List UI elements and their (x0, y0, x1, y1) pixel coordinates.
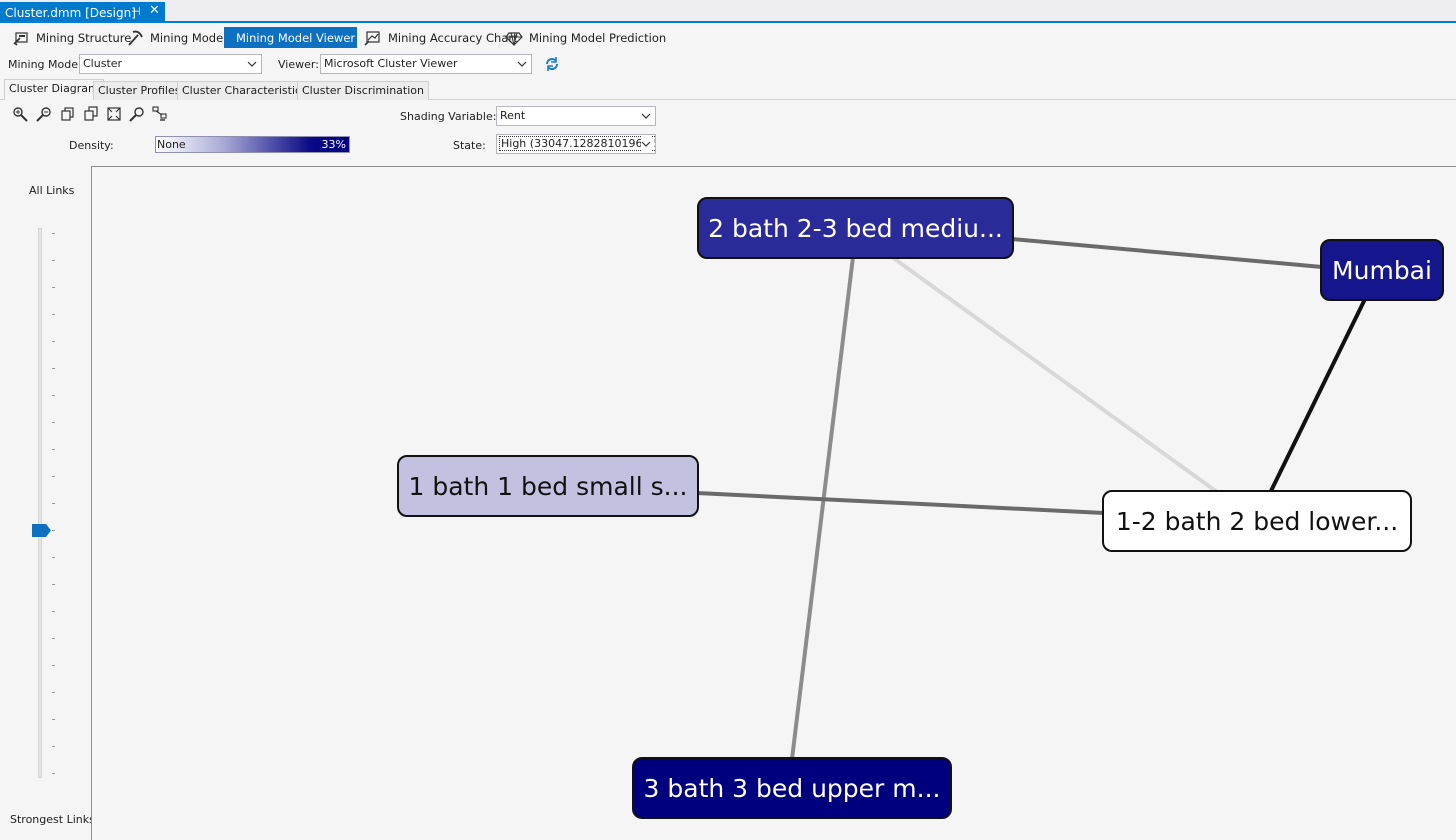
pin-icon[interactable]: ⊣ (131, 5, 141, 18)
tab-cluster-diagram-label: Cluster Diagram (9, 82, 99, 95)
viewer-label: Viewer: (278, 58, 319, 71)
cluster-link-c1-c2 (1011, 237, 1323, 269)
slider-tick (52, 719, 55, 720)
shading-variable-dropdown[interactable]: Rent (496, 106, 656, 126)
viewer-value: Microsoft Cluster Viewer (324, 57, 458, 70)
mining-model-value: Cluster (83, 57, 123, 70)
tab-mining-model-prediction-label: Mining Model Prediction (529, 30, 667, 45)
mining-model-dropdown[interactable]: Cluster (79, 54, 262, 74)
state-label: State: (453, 139, 486, 152)
slider-tick (52, 233, 55, 234)
slider-tick (52, 530, 55, 531)
density-max-label: 33% (321, 138, 346, 151)
strongest-links-label: Strongest Links (10, 813, 95, 826)
zoom-in-icon[interactable] (12, 106, 30, 122)
links-slider-thumb[interactable] (32, 524, 51, 537)
fit-icon[interactable] (105, 106, 123, 122)
slider-tick (52, 557, 55, 558)
density-min-label: None (157, 138, 186, 151)
cluster-diagram-canvas[interactable]: 2 bath 2-3 bed mediu... Mumbai 1 bath 1 … (91, 166, 1456, 840)
slider-tick (52, 260, 55, 261)
cluster-node[interactable]: 1-2 bath 2 bed lower... (1102, 490, 1412, 552)
cluster-node-label: 1-2 bath 2 bed lower... (1115, 506, 1399, 536)
tab-cluster-discrimination[interactable]: Cluster Discrimination (297, 81, 429, 100)
document-tab-title: Cluster.dmm [Design] (5, 5, 136, 20)
document-tab[interactable]: Cluster.dmm [Design] ⊣ ✕ (0, 2, 165, 23)
cluster-link-c1-c5 (790, 256, 855, 760)
cluster-node[interactable]: Mumbai (1320, 239, 1444, 301)
tab-cluster-diagram[interactable]: Cluster Diagram (4, 79, 104, 100)
mining-model-label: Mining Model: (8, 58, 85, 71)
slider-tick (52, 449, 55, 450)
slider-tick (52, 503, 55, 504)
chevron-down-icon (247, 61, 257, 67)
tab-mining-models-label: Mining Models (150, 30, 233, 45)
copy-icon[interactable] (59, 106, 77, 122)
shading-variable-label: Shading Variable: (400, 110, 497, 123)
close-icon[interactable]: ✕ (149, 3, 160, 18)
state-dropdown[interactable]: High (33047.1282810196 - 5 (496, 134, 656, 154)
cluster-link-c3-c4 (696, 491, 1105, 515)
tab-mining-structure-label: Mining Structure (36, 30, 132, 45)
slider-tick (52, 665, 55, 666)
designer-tabs: Mining Structure Mining Models Mining Mo… (0, 25, 1456, 49)
cluster-node-label: 1 bath 1 bed small s... (408, 471, 688, 501)
chevron-down-icon (641, 113, 651, 119)
tab-cluster-profiles[interactable]: Cluster Profiles (93, 81, 186, 100)
cluster-node-label: 3 bath 3 bed upper m... (643, 773, 941, 803)
viewer-dropdown[interactable]: Microsoft Cluster Viewer (320, 54, 532, 74)
tab-cluster-characteristics-label: Cluster Characteristics (182, 84, 307, 97)
state-value: High (33047.1282810196 - 5 (499, 136, 655, 151)
slider-tick (52, 692, 55, 693)
slider-tick (52, 584, 55, 585)
layout-icon[interactable] (151, 106, 169, 122)
slider-tick (52, 611, 55, 612)
cluster-node-label: 2 bath 2-3 bed mediu... (708, 213, 1003, 243)
tab-cluster-characteristics[interactable]: Cluster Characteristics (177, 81, 312, 100)
all-links-label: All Links (29, 184, 75, 197)
tab-mining-models[interactable]: Mining Models (120, 27, 240, 48)
refresh-icon[interactable] (544, 56, 560, 72)
slider-tick (52, 746, 55, 747)
chevron-down-icon (517, 61, 527, 67)
slider-tick (52, 395, 55, 396)
cluster-link-c2-c4 (1268, 296, 1368, 494)
slider-tick (52, 341, 55, 342)
accuracy-chart-icon (364, 30, 380, 46)
links-slider-track[interactable] (38, 228, 42, 778)
density-label: Density: (69, 139, 114, 152)
model-selector-row: Mining Model: Cluster Viewer: Microsoft … (0, 52, 1456, 76)
slider-tick (52, 773, 55, 774)
copy-graph-icon[interactable] (82, 106, 100, 122)
shading-variable-value: Rent (500, 109, 526, 122)
cluster-node-label: Mumbai (1332, 255, 1432, 285)
tab-mining-model-prediction[interactable]: Mining Model Prediction (499, 27, 674, 48)
pickaxe-icon (128, 30, 143, 46)
cluster-node[interactable]: 2 bath 2-3 bed mediu... (697, 197, 1014, 259)
viewer-tabs: Cluster Diagram Cluster Profiles Cluster… (0, 79, 1456, 100)
slider-tick (52, 287, 55, 288)
zoom-out-icon[interactable] (35, 106, 53, 122)
slider-tick (52, 476, 55, 477)
slider-tick (52, 368, 55, 369)
find-node-icon[interactable] (128, 106, 146, 122)
slider-tick (52, 638, 55, 639)
density-legend: None 33% (155, 136, 350, 153)
cluster-node[interactable]: 3 bath 3 bed upper m... (632, 757, 952, 819)
chevron-down-icon (641, 136, 651, 152)
tab-mining-model-viewer-label: Mining Model Viewer (236, 30, 356, 45)
tab-cluster-discrimination-label: Cluster Discrimination (302, 84, 424, 97)
tab-mining-model-viewer[interactable]: Mining Model Viewer (224, 27, 357, 48)
cluster-node[interactable]: 1 bath 1 bed small s... (397, 455, 699, 517)
slider-tick (52, 314, 55, 315)
slider-tick (52, 422, 55, 423)
diamond-icon (505, 31, 523, 46)
document-tabstrip: Cluster.dmm [Design] ⊣ ✕ (0, 0, 1456, 23)
tab-cluster-profiles-label: Cluster Profiles (98, 84, 181, 97)
mining-structure-icon (13, 31, 28, 46)
cluster-link-c1-c4 (890, 255, 1219, 494)
